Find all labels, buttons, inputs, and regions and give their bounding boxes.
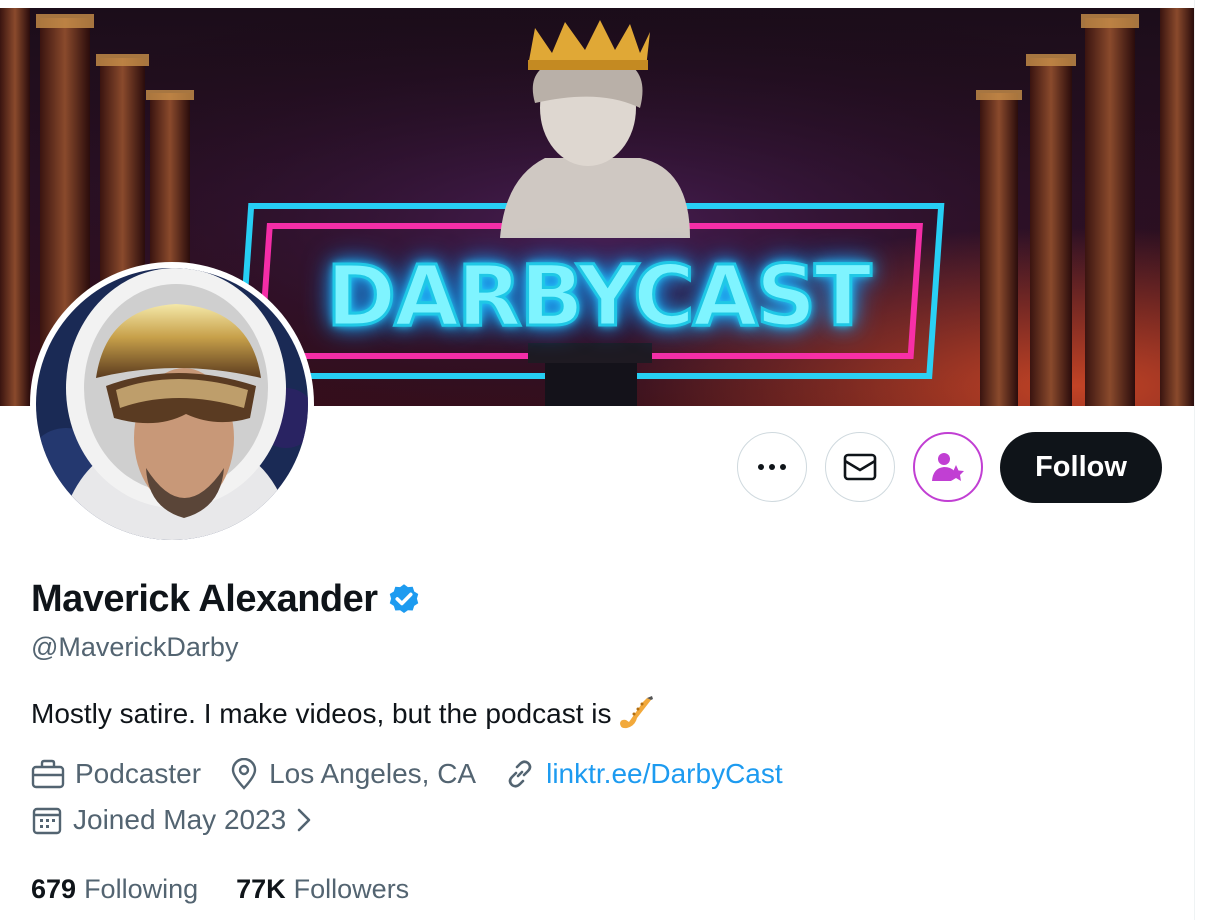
briefcase-icon <box>31 759 65 789</box>
message-button[interactable] <box>825 432 895 502</box>
bio-text: Mostly satire. I make videos, but the po… <box>31 698 612 729</box>
more-icon <box>758 464 786 470</box>
profile-actions: Follow <box>0 432 1216 504</box>
followers-count: 77K <box>236 874 286 904</box>
verified-badge-icon[interactable] <box>386 582 422 618</box>
website-item[interactable]: linktr.ee/DarbyCast <box>504 758 783 790</box>
profile-meta-row: Podcaster Los Angeles, CA linktr.ee/Darb… <box>31 758 811 790</box>
following-count: 679 <box>31 874 77 904</box>
subscribe-button[interactable] <box>913 432 983 502</box>
location-pin-icon <box>231 758 257 790</box>
more-button[interactable] <box>737 432 807 502</box>
banner-title-text: DARBYCAST <box>325 246 873 347</box>
calendar-icon <box>32 807 62 835</box>
saxophone-icon <box>620 696 654 729</box>
location-text: Los Angeles, CA <box>269 758 477 789</box>
profession-text: Podcaster <box>75 758 202 789</box>
following-label: Following <box>84 874 199 904</box>
joined-row: Joined May 2023 <box>31 804 342 836</box>
joined-text: Joined May 2023 <box>73 804 287 835</box>
profile-name: Maverick Alexander <box>31 578 378 620</box>
person-star-icon <box>932 453 964 481</box>
profile-stats: 679 Following 77K Followers <box>31 874 447 905</box>
location-item: Los Angeles, CA <box>229 758 476 790</box>
chevron-right-icon <box>297 808 311 832</box>
website-link[interactable]: linktr.ee/DarbyCast <box>546 758 783 790</box>
profile-name-row: Maverick Alexander <box>31 578 422 621</box>
profile-bio: Mostly satire. I make videos, but the po… <box>31 696 655 732</box>
envelope-icon <box>843 453 877 481</box>
followers-label: Followers <box>293 874 410 904</box>
link-icon <box>508 760 532 788</box>
following-stat[interactable]: 679 Following <box>31 874 198 905</box>
follow-button[interactable]: Follow <box>1000 432 1162 503</box>
followers-stat[interactable]: 77K Followers <box>236 874 409 905</box>
joined-item[interactable]: Joined May 2023 <box>31 804 314 836</box>
profession-item: Podcaster <box>31 758 201 790</box>
profile-handle: @MaverickDarby <box>31 632 239 662</box>
